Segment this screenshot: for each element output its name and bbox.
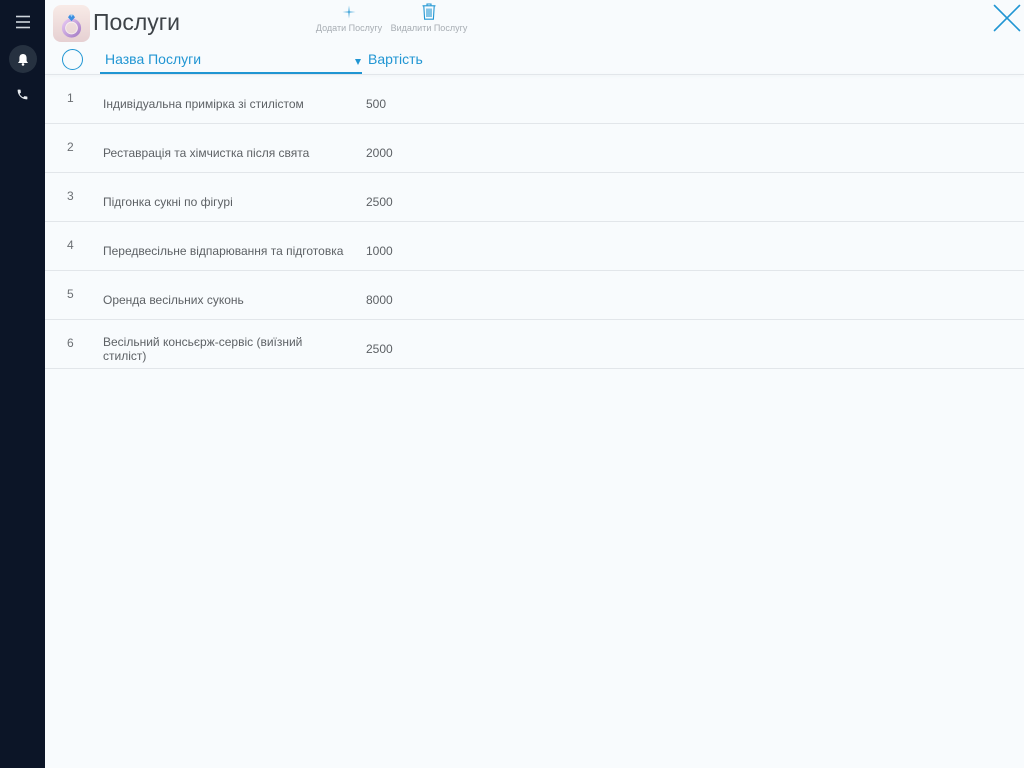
table-row[interactable]: 4 Передвесільне відпарювання та підготов… (45, 222, 1024, 271)
table-row[interactable]: 5 Оренда весільних суконь 8000 (45, 271, 1024, 320)
delete-service-button[interactable]: Видалити Послугу (390, 3, 468, 34)
service-price: 2500 (366, 194, 393, 209)
plus-icon (341, 3, 357, 20)
service-price: 1000 (366, 243, 393, 258)
page-title: Послуги (93, 9, 180, 35)
service-name: Індивідуальна примірка зі стилістом (103, 96, 304, 111)
row-number: 4 (67, 237, 74, 252)
table-row[interactable]: 1 Індивідуальна примірка зі стилістом 50… (45, 75, 1024, 124)
service-price: 500 (366, 96, 387, 111)
select-all-checkbox[interactable] (62, 49, 83, 70)
service-name: Підгонка сукні по фігурі (103, 194, 233, 209)
column-header-price[interactable]: Вартість (368, 48, 423, 70)
row-number: 1 (67, 90, 74, 105)
service-name: Оренда весільних суконь (103, 292, 244, 307)
delete-service-label: Видалити Послугу (390, 23, 468, 33)
bell-icon (17, 53, 29, 66)
add-service-label: Додати Послугу (315, 23, 383, 33)
calls-button[interactable] (15, 87, 30, 102)
service-price: 2000 (366, 145, 393, 160)
phone-icon (16, 88, 29, 101)
service-price: 2500 (366, 341, 393, 356)
column-header-name[interactable]: Назва Послуги (100, 48, 362, 74)
sidebar (0, 0, 45, 768)
services-table: 1 Індивідуальна примірка зі стилістом 50… (45, 75, 1024, 369)
table-row[interactable]: 3 Підгонка сукні по фігурі 2500 (45, 173, 1024, 222)
menu-button[interactable] (15, 15, 31, 29)
service-price: 8000 (366, 292, 393, 307)
add-service-button[interactable]: Додати Послугу (316, 3, 382, 34)
table-row[interactable]: 2 Реставрація та хімчистка після свята 2… (45, 124, 1024, 173)
main-panel: Послуги Додати Послугу Видалити Послугу (45, 0, 1024, 768)
service-name: Передвесільне відпарювання та підготовка (103, 243, 344, 258)
row-number: 3 (67, 188, 74, 203)
table-row[interactable]: 6 Весільний консьєрж-сервіс (виїзний сти… (45, 320, 1024, 369)
service-name: Реставрація та хімчистка після свята (103, 145, 310, 160)
notifications-button[interactable] (9, 45, 37, 73)
menu-icon (15, 15, 31, 29)
ring-icon (53, 5, 90, 42)
row-number: 5 (67, 286, 74, 301)
row-number: 6 (67, 335, 74, 350)
column-header-name-label: Назва Послуги (105, 51, 202, 67)
close-icon (993, 4, 1021, 32)
row-number: 2 (67, 139, 74, 154)
close-button[interactable] (993, 4, 1021, 32)
sort-down-icon (355, 59, 361, 65)
trash-icon (421, 3, 437, 20)
service-name: Весільний консьєрж-сервіс (виїзний стилі… (103, 334, 303, 363)
